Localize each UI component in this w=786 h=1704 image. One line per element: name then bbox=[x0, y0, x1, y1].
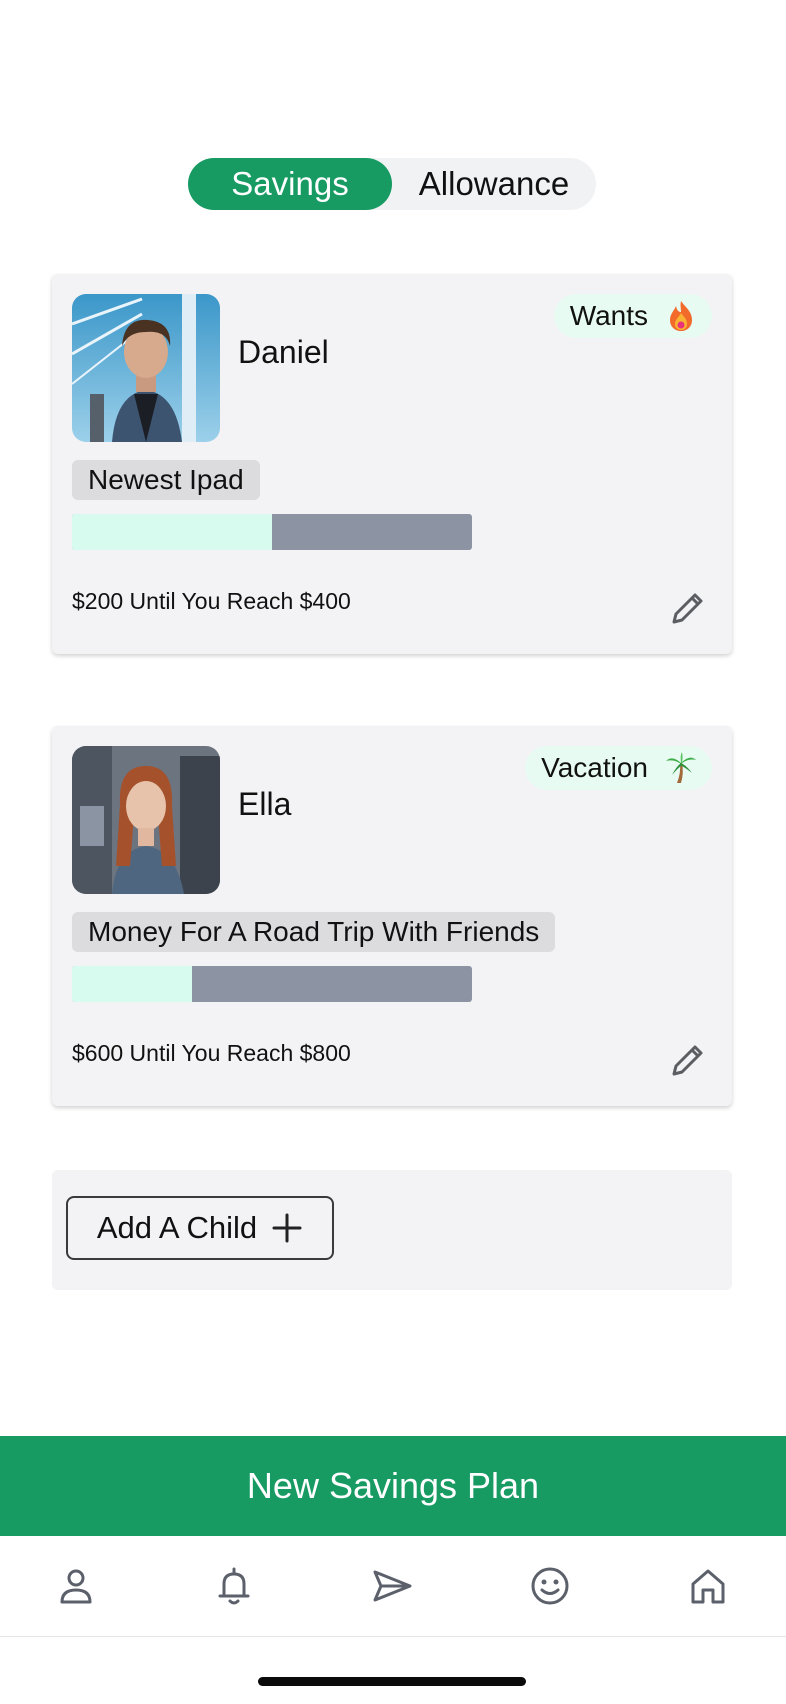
palm-tree-icon bbox=[666, 752, 696, 783]
add-child-label: Add A Child bbox=[96, 1210, 258, 1245]
send-icon[interactable] bbox=[370, 1564, 414, 1608]
home-icon[interactable] bbox=[686, 1564, 730, 1608]
new-savings-plan-button[interactable]: New Savings Plan bbox=[0, 1436, 786, 1536]
progress-fill bbox=[72, 514, 272, 550]
avatar bbox=[72, 746, 220, 894]
tab-allowance[interactable]: Allowance bbox=[392, 158, 596, 210]
plan-type-toggle: Savings Allowance bbox=[188, 158, 596, 210]
smiley-icon[interactable] bbox=[528, 1564, 572, 1608]
category-badge: Wants bbox=[553, 294, 712, 338]
plus-icon bbox=[272, 1213, 302, 1243]
savings-card: Daniel Wants Newest Ipad $200 Until You … bbox=[52, 274, 732, 654]
fire-icon bbox=[670, 301, 692, 331]
bottom-nav bbox=[0, 1536, 786, 1637]
add-child-panel: Add A Child bbox=[52, 1170, 732, 1290]
progress-bar bbox=[72, 514, 472, 550]
tab-savings[interactable]: Savings bbox=[188, 158, 392, 210]
add-child-button[interactable]: Add A Child bbox=[66, 1196, 334, 1260]
savings-card: Ella Vacation Money For A Road Trip With… bbox=[52, 726, 732, 1106]
home-indicator bbox=[258, 1677, 526, 1686]
profile-icon[interactable] bbox=[54, 1564, 98, 1608]
avatar bbox=[72, 294, 220, 442]
pencil-icon[interactable] bbox=[668, 588, 708, 628]
pencil-icon[interactable] bbox=[668, 1040, 708, 1080]
category-label: Wants bbox=[569, 300, 648, 331]
goal-label: Newest Ipad bbox=[72, 460, 260, 500]
bell-icon[interactable] bbox=[212, 1564, 256, 1608]
progress-bar bbox=[72, 966, 472, 1002]
category-badge: Vacation bbox=[525, 746, 712, 790]
progress-fill bbox=[72, 966, 192, 1002]
category-label: Vacation bbox=[541, 752, 648, 783]
child-name: Daniel bbox=[238, 334, 329, 370]
progress-text: $600 Until You Reach $800 bbox=[72, 1040, 351, 1066]
child-name: Ella bbox=[238, 786, 292, 822]
progress-text: $200 Until You Reach $400 bbox=[72, 588, 351, 614]
goal-label: Money For A Road Trip With Friends bbox=[72, 912, 556, 952]
